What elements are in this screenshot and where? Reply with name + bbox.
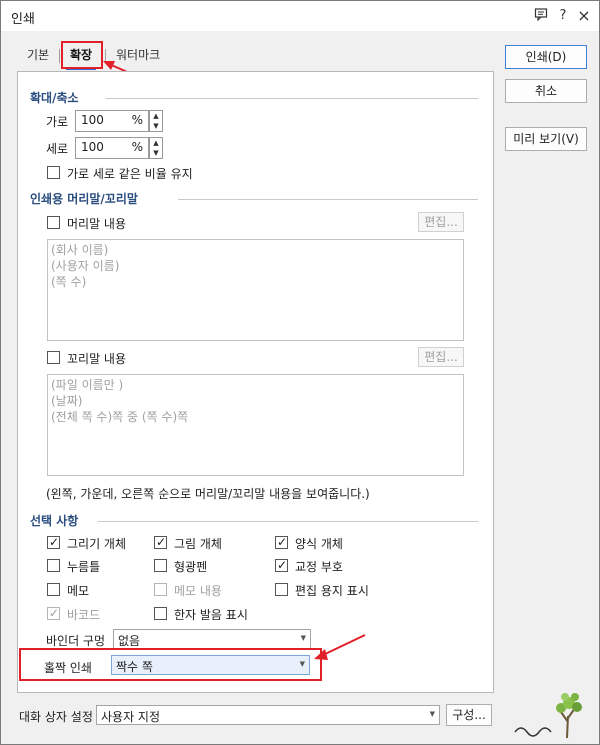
footer-label: 꼬리말 내용	[67, 352, 127, 366]
option-checkbox-highlighter[interactable]	[154, 559, 167, 572]
extended-tab-panel: 확대/축소 가로 100 % ▲ ▼ 세로 100 % ▲ ▼ 가로 세로 같은…	[17, 71, 494, 693]
height-spinner[interactable]: ▲ ▼	[149, 137, 163, 159]
option-label-memo-content: 메모 내용	[174, 584, 222, 598]
chat-icon[interactable]	[533, 7, 549, 27]
header-line: (쪽 수)	[51, 275, 87, 289]
option-checkbox-barcode[interactable]: ✓	[47, 606, 60, 620]
tab-basic[interactable]: 기본	[27, 46, 49, 63]
height-value: 100	[81, 140, 104, 154]
option-label-barcode: 바코드	[67, 608, 101, 622]
width-input[interactable]: 100 %	[75, 110, 149, 132]
option-label-form: 양식 개체	[295, 537, 343, 551]
spin-down-icon[interactable]: ▼	[150, 121, 162, 131]
keep-ratio-checkbox[interactable]	[47, 166, 60, 179]
section-title-scale: 확대/축소	[30, 91, 79, 105]
header-line: (회사 이름)	[51, 243, 109, 257]
option-label-highlighter: 형광펜	[174, 560, 208, 574]
tab-separator	[59, 49, 60, 63]
option-label-proofreading: 교정 부호	[295, 560, 343, 574]
option-checkbox-picture[interactable]: ✓	[154, 535, 167, 549]
option-checkbox-paper-border[interactable]	[275, 583, 288, 596]
option-label-hanja: 한자 발음 표시	[174, 608, 248, 622]
option-label-memo: 메모	[67, 584, 90, 598]
help-icon[interactable]: ?	[555, 7, 571, 25]
odd-even-highlight-box	[19, 648, 322, 681]
option-checkbox-form[interactable]: ✓	[275, 535, 288, 549]
header-footer-note: (왼쪽, 가운데, 오른쪽 순으로 머리말/꼬리말 내용을 보여줍니다.)	[46, 487, 370, 501]
dialog-settings-value: 사용자 지정	[101, 710, 161, 724]
title-bar: 인쇄 ? ×	[1, 1, 599, 31]
footer-checkbox[interactable]	[47, 351, 60, 364]
dialog-settings-label: 대화 상자 설정	[19, 710, 93, 724]
section-divider	[106, 98, 478, 99]
header-label: 머리말 내용	[67, 217, 127, 231]
option-label-field: 누름틀	[67, 560, 101, 574]
height-unit: %	[131, 140, 143, 154]
option-label-drawing: 그리기 개체	[67, 537, 127, 551]
width-label: 가로	[46, 115, 69, 129]
footer-line: (파일 이름만 )	[51, 378, 124, 392]
tree-logo-icon	[514, 693, 582, 739]
dialog-settings-select[interactable]: 사용자 지정 ▼	[96, 705, 440, 725]
option-checkbox-hanja[interactable]	[154, 607, 167, 620]
spin-down-icon[interactable]: ▼	[150, 148, 162, 158]
height-input[interactable]: 100 %	[75, 137, 149, 159]
footer-content-box[interactable]: (파일 이름만 ) (날짜) (전체 쪽 수)쪽 중 (쪽 수)쪽	[47, 374, 464, 476]
spin-up-icon[interactable]: ▲	[150, 138, 162, 148]
height-label: 세로	[46, 142, 69, 156]
tab-highlight-box	[61, 41, 103, 69]
section-title-header-footer: 인쇄용 머리말/꼬리말	[30, 192, 138, 206]
section-divider	[98, 521, 478, 522]
width-unit: %	[131, 113, 143, 127]
section-divider	[178, 199, 478, 200]
option-checkbox-memo[interactable]	[47, 583, 60, 596]
spin-up-icon[interactable]: ▲	[150, 111, 162, 121]
header-line: (사용자 이름)	[51, 259, 120, 273]
header-edit-button[interactable]: 편집...	[418, 212, 464, 232]
cancel-button[interactable]: 취소	[505, 79, 587, 103]
binder-value: 없음	[118, 634, 141, 648]
preview-button[interactable]: 미리 보기(V)	[505, 127, 587, 151]
option-label-picture: 그림 개체	[174, 537, 222, 551]
keep-ratio-label: 가로 세로 같은 비율 유지	[67, 167, 193, 181]
chevron-down-icon: ▼	[300, 634, 306, 642]
header-content-box[interactable]: (회사 이름) (사용자 이름) (쪽 수)	[47, 239, 464, 341]
footer-edit-button[interactable]: 편집...	[418, 347, 464, 367]
chevron-down-icon: ▼	[429, 710, 435, 718]
option-label-paper-border: 편집 용지 표시	[295, 584, 369, 598]
footer-line: (날짜)	[51, 394, 83, 408]
footer-line: (전체 쪽 수)쪽 중 (쪽 수)쪽	[51, 410, 189, 424]
close-icon[interactable]: ×	[576, 7, 592, 25]
option-checkbox-memo-content[interactable]	[154, 583, 167, 596]
option-checkbox-drawing[interactable]: ✓	[47, 535, 60, 549]
print-dialog: 인쇄 ? × 기본 확장 워터마크 확대/축소 가로 100 % ▲ ▼ 세로 …	[0, 0, 600, 745]
configure-button[interactable]: 구성...	[446, 704, 492, 726]
width-value: 100	[81, 113, 104, 127]
option-checkbox-proofreading[interactable]: ✓	[275, 558, 288, 572]
binder-select[interactable]: 없음 ▼	[113, 629, 311, 649]
binder-label: 바인더 구멍	[46, 634, 106, 648]
width-spinner[interactable]: ▲ ▼	[149, 110, 163, 132]
annotation-arrow-icon	[314, 634, 366, 660]
header-checkbox[interactable]	[47, 216, 60, 229]
option-checkbox-field[interactable]	[47, 559, 60, 572]
window-title: 인쇄	[11, 12, 35, 27]
section-title-options: 선택 사항	[30, 514, 79, 528]
print-button[interactable]: 인쇄(D)	[505, 45, 587, 69]
